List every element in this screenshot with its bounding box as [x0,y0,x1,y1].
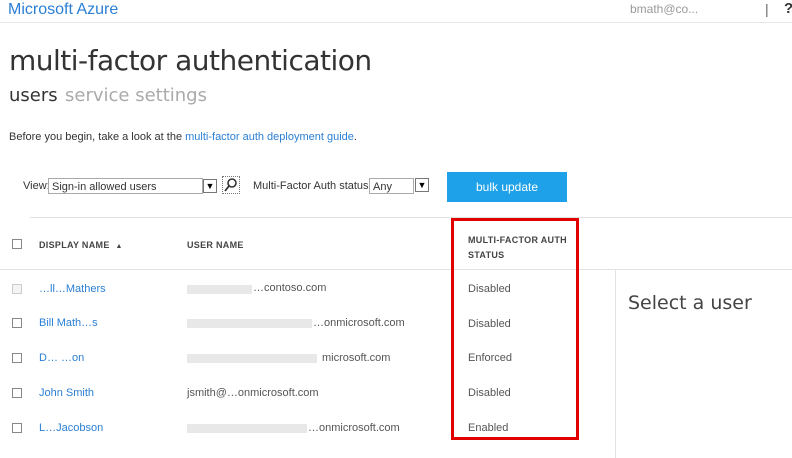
row-checkbox[interactable] [12,353,22,363]
view-select[interactable]: Sign-in allowed users [48,178,203,194]
row-user-name: jsmith@…onmicrosoft.com [187,387,319,399]
row-display-name[interactable]: …ll…Mathers [39,283,106,295]
highlight-annotation [451,218,579,440]
col-display-name[interactable]: DISPLAY NAME ▲ [39,240,123,250]
row-display-name[interactable]: John Smith [39,387,94,399]
view-dropdown-arrow[interactable]: ▼ [203,179,217,193]
redacted-text [187,319,312,328]
row-user-name: …onmicrosoft.com [308,422,400,434]
bulk-update-button[interactable]: bulk update [447,172,567,202]
page-title: multi-factor authentication [9,44,372,77]
detail-pane-divider [615,269,616,458]
brand-logo[interactable]: Microsoft Azure [8,1,118,19]
table-top-border [30,217,792,218]
col-user-name[interactable]: USER NAME [187,240,244,250]
search-button[interactable] [222,176,240,194]
header-separator: | [765,1,769,17]
user-account[interactable]: bmath@co... [630,2,698,16]
help-button[interactable]: ? [784,0,792,17]
redacted-text [187,424,307,433]
row-checkbox[interactable] [12,284,22,294]
select-user-placeholder: Select a user [628,292,752,314]
row-checkbox[interactable] [12,388,22,398]
row-display-name[interactable]: Bill Math…s [39,317,98,329]
tab-service-settings[interactable]: service settings [65,85,207,106]
header-divider [0,22,792,23]
redacted-text [187,285,252,294]
row-user-name: microsoft.com [322,352,391,364]
select-all-checkbox[interactable] [12,239,22,249]
col-display-name-label: DISPLAY NAME [39,240,110,250]
row-checkbox[interactable] [12,423,22,433]
row-checkbox[interactable] [12,318,22,328]
intro-text: Before you begin, take a look at the mul… [9,131,357,143]
row-display-name[interactable]: D… …on [39,352,84,364]
intro-suffix: . [353,131,357,143]
mfa-status-label: Multi-Factor Auth status: [253,180,372,192]
table-header-border [0,269,792,270]
mfa-status-select[interactable]: Any [369,178,414,194]
intro-prefix: Before you begin, take a look at the [9,131,186,143]
view-label: View: [23,180,50,192]
status-dropdown-arrow[interactable]: ▼ [415,178,429,192]
row-user-name: …contoso.com [253,282,327,294]
deployment-guide-link[interactable]: multi-factor auth deployment guide [185,131,354,143]
search-icon [224,178,237,192]
row-display-name[interactable]: L…Jacobson [39,422,103,434]
sort-asc-icon: ▲ [115,243,123,250]
row-user-name: …onmicrosoft.com [313,317,405,329]
tab-users[interactable]: users [9,85,58,106]
redacted-text [187,354,317,363]
